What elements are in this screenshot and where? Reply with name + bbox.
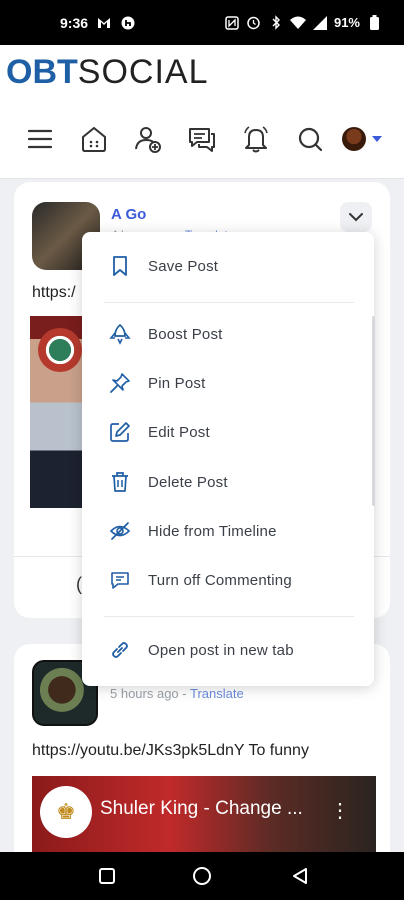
menu-item-pin-post[interactable]: Pin Post xyxy=(82,361,374,405)
menu-item-boost-post[interactable]: Boost Post xyxy=(82,312,374,356)
link-icon xyxy=(108,638,132,662)
menu-divider xyxy=(104,616,354,617)
back-icon[interactable] xyxy=(290,866,310,886)
menu-item-turn-off-commenting[interactable]: Turn off Commenting xyxy=(82,558,374,602)
seal-image xyxy=(38,328,82,372)
post-text[interactable]: https:/ xyxy=(32,284,76,302)
chevron-down-icon xyxy=(349,213,363,222)
wifi-icon xyxy=(289,15,306,31)
menu-item-hide-from-timeline[interactable]: Hide from Timeline xyxy=(82,509,374,553)
notifications-bell-icon[interactable] xyxy=(240,123,272,155)
recent-apps-icon[interactable] xyxy=(97,866,117,886)
messages-icon[interactable] xyxy=(186,123,218,155)
brand-header: OBTSOCIAL xyxy=(0,45,404,101)
menu-scrollbar[interactable] xyxy=(372,316,375,506)
hamburger-menu-icon[interactable] xyxy=(24,123,56,155)
translate-link[interactable]: Translate xyxy=(190,686,244,701)
status-bar: 9:36 91% xyxy=(0,0,404,45)
pin-icon xyxy=(108,371,132,395)
post-options-button[interactable] xyxy=(340,202,372,232)
top-navigation xyxy=(0,101,404,179)
app-notification-icon xyxy=(120,15,136,31)
video-title[interactable]: Shuler King - Change ... xyxy=(100,798,303,820)
edit-icon xyxy=(108,420,132,444)
post-meta: 5 hours ago - Translate xyxy=(110,686,244,701)
user-avatar[interactable] xyxy=(342,127,366,151)
more-vertical-icon[interactable]: ⋮ xyxy=(330,798,350,823)
status-time: 9:36 xyxy=(60,14,89,31)
menu-divider xyxy=(104,302,354,303)
post-text[interactable]: https://youtu.be/JKs3pk5LdnY To funny xyxy=(32,742,309,760)
post-author-name[interactable]: A Go xyxy=(111,206,146,223)
bluetooth-icon xyxy=(268,15,284,31)
battery-percent: 91% xyxy=(333,15,360,30)
post-time: 5 hours ago xyxy=(110,686,179,701)
home-button-icon[interactable] xyxy=(192,866,212,886)
menu-item-delete-post[interactable]: Delete Post xyxy=(82,460,374,504)
chevron-down-icon[interactable] xyxy=(372,136,382,142)
gmail-icon xyxy=(96,15,112,31)
search-icon[interactable] xyxy=(294,123,326,155)
nfc-icon xyxy=(224,15,240,31)
home-icon[interactable] xyxy=(78,123,110,155)
comment-off-icon xyxy=(108,568,132,592)
signal-icon xyxy=(312,15,328,31)
eye-off-icon xyxy=(108,519,132,543)
channel-avatar: ♚ xyxy=(40,786,92,838)
battery-icon xyxy=(366,15,382,31)
obt-social-logo[interactable]: OBTSOCIAL xyxy=(6,53,209,92)
system-navigation-bar xyxy=(0,852,404,900)
menu-item-save-post[interactable]: Save Post xyxy=(82,244,374,288)
menu-item-edit-post[interactable]: Edit Post xyxy=(82,410,374,454)
menu-item-open-in-new-tab[interactable]: Open post in new tab xyxy=(82,628,374,672)
rocket-icon xyxy=(108,322,132,346)
add-friend-icon[interactable] xyxy=(132,123,164,155)
bookmark-icon xyxy=(108,254,132,278)
post-options-menu: Save Post Boost Post Pin Post Edit Post … xyxy=(82,232,375,686)
post-image[interactable] xyxy=(30,316,90,508)
alarm-icon xyxy=(246,15,262,31)
trash-icon xyxy=(108,470,132,494)
